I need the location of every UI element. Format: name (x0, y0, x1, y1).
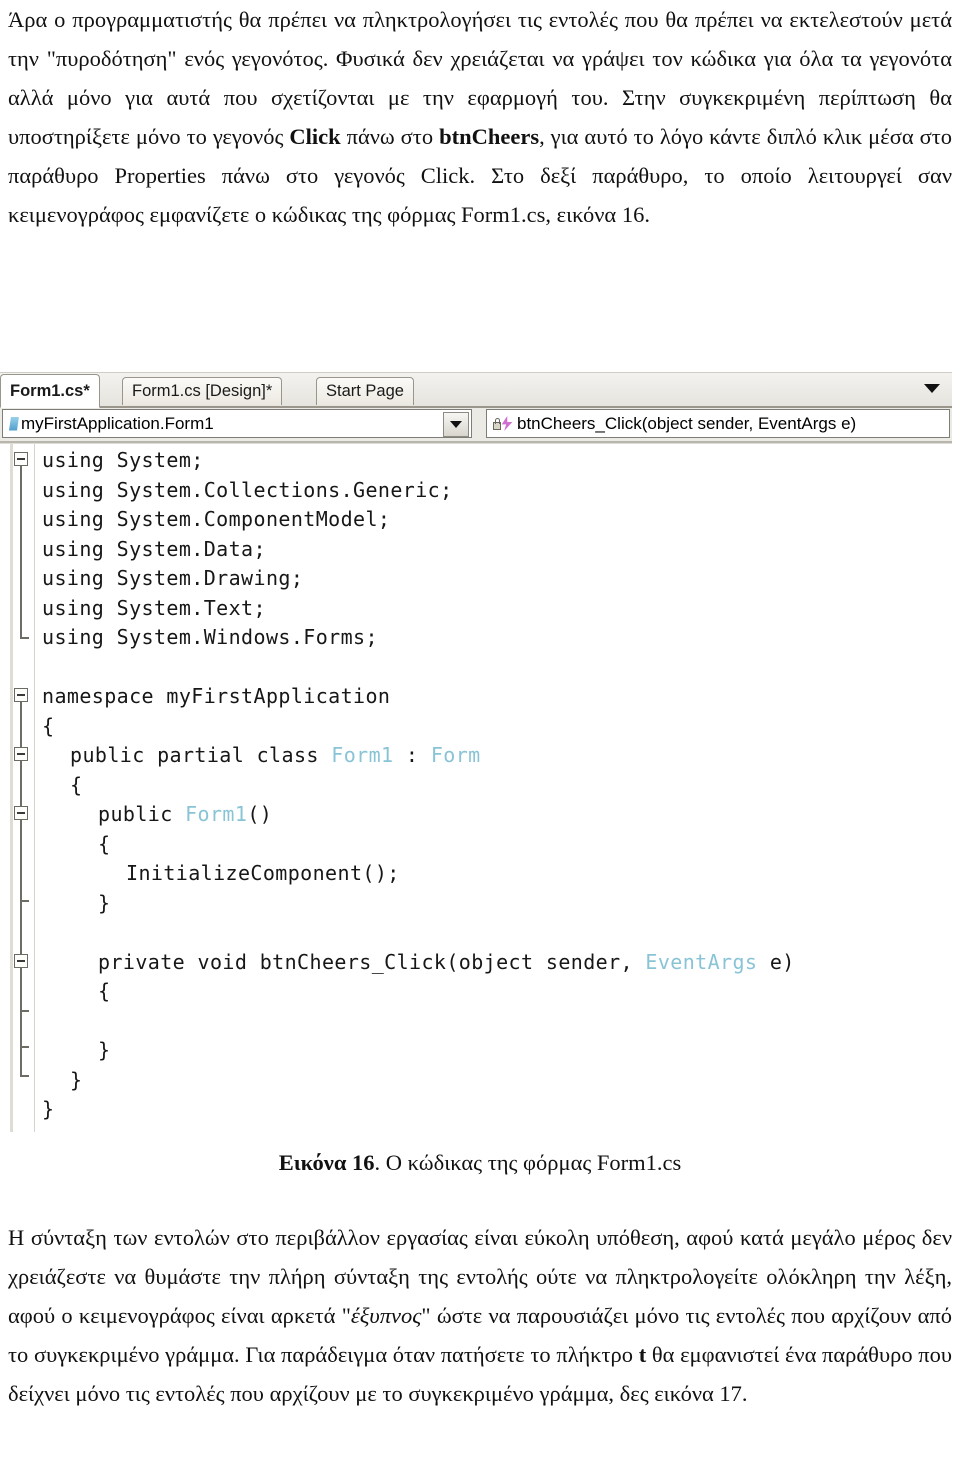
type-combo[interactable]: myFirstApplication.Form1 (2, 409, 472, 438)
code-line: { (98, 831, 111, 856)
paragraph-text: Η σύνταξη των εντολών στο περιβάλλον εργ… (8, 1218, 952, 1413)
code-line: using System.Windows.Forms; (42, 625, 378, 649)
tab-form1-cs[interactable]: Form1.cs* (0, 374, 100, 408)
para-bottom-emphasis: έξυπνος (350, 1303, 422, 1328)
para-top-bold-btncheers: btnCheers (439, 124, 540, 149)
code-type-token: Form (430, 743, 481, 767)
code-line: { (98, 979, 111, 1003)
code-line: using System.Drawing; (42, 566, 304, 590)
code-line: using System.Text; (42, 595, 266, 620)
chevron-down-icon[interactable] (924, 384, 940, 393)
paragraph-above-figure: Άρα ο προγραμματιστής θα πρέπει να πληκτ… (8, 0, 952, 234)
namespace-icon (9, 416, 19, 431)
code-line: { (70, 772, 83, 797)
tab-label: Form1.cs* (10, 381, 90, 400)
figure-caption: Εικόνα 16. Ο κώδικας της φόρμας Form1.cs (0, 1150, 960, 1176)
visual-studio-screenshot: Form1.cs* Form1.cs [Design]* Start Page … (0, 372, 952, 1132)
code-line: using System; (42, 448, 204, 472)
code-line: using System.Collections.Generic; (42, 477, 453, 502)
code-line: } (98, 1038, 111, 1062)
member-combo-value: btnCheers_Click(object sender, EventArgs… (517, 413, 857, 433)
event-lightning-icon (491, 416, 514, 431)
type-combo-dropdown-button[interactable] (443, 412, 469, 437)
code-text[interactable]: using System; using System.Collections.Ge… (0, 444, 952, 1132)
code-line: } (98, 890, 111, 915)
tab-form1-cs-design[interactable]: Form1.cs [Design]* (122, 377, 283, 405)
lock-icon (491, 417, 502, 431)
code-line: public partial class Form1 : Form (70, 743, 481, 767)
editor-tab-strip: Form1.cs* Form1.cs [Design]* Start Page (0, 372, 952, 408)
code-type-token: Form1 (185, 802, 248, 826)
type-combo-value: myFirstApplication.Form1 (21, 413, 214, 433)
tab-label: Form1.cs [Design]* (132, 382, 273, 400)
code-type-token: Form1 (331, 743, 394, 767)
paragraph-below-figure: Η σύνταξη των εντολών στο περιβάλλον εργ… (8, 1218, 952, 1413)
code-line: } (42, 1097, 55, 1121)
paragraph-text: Άρα ο προγραμματιστής θα πρέπει να πληκτ… (8, 0, 952, 234)
code-line: using System.Data; (42, 536, 266, 561)
code-line: public Form1() (98, 802, 273, 826)
code-line: InitializeComponent(); (126, 861, 400, 885)
tab-label: Start Page (326, 382, 404, 400)
document-page: Άρα ο προγραμματιστής θα πρέπει να πληκτ… (0, 0, 960, 1483)
para-top-run-2: πάνω στο (340, 124, 440, 149)
code-line: using System.ComponentModel; (42, 507, 391, 531)
tab-start-page[interactable]: Start Page (316, 377, 414, 405)
code-editor-pane[interactable]: using System; using System.Collections.Ge… (0, 443, 952, 1132)
figure-caption-text: . Ο κώδικας της φόρμας Form1.cs (374, 1150, 682, 1175)
code-line: { (42, 713, 55, 738)
para-top-bold-click: Click (289, 124, 341, 149)
editor-navigation-bar: myFirstApplication.Form1 btnCheers_Click… (0, 408, 952, 443)
code-line: namespace myFirstApplication (42, 684, 391, 708)
lightning-bolt-icon (501, 416, 513, 431)
code-line: } (70, 1067, 83, 1092)
code-line: private void btnCheers_Click(object send… (98, 949, 795, 974)
code-type-token: EventArgs (645, 949, 758, 974)
figure-caption-label: Εικόνα 16 (278, 1150, 375, 1175)
member-combo[interactable]: btnCheers_Click(object sender, EventArgs… (486, 409, 950, 438)
chevron-down-icon (450, 421, 462, 428)
